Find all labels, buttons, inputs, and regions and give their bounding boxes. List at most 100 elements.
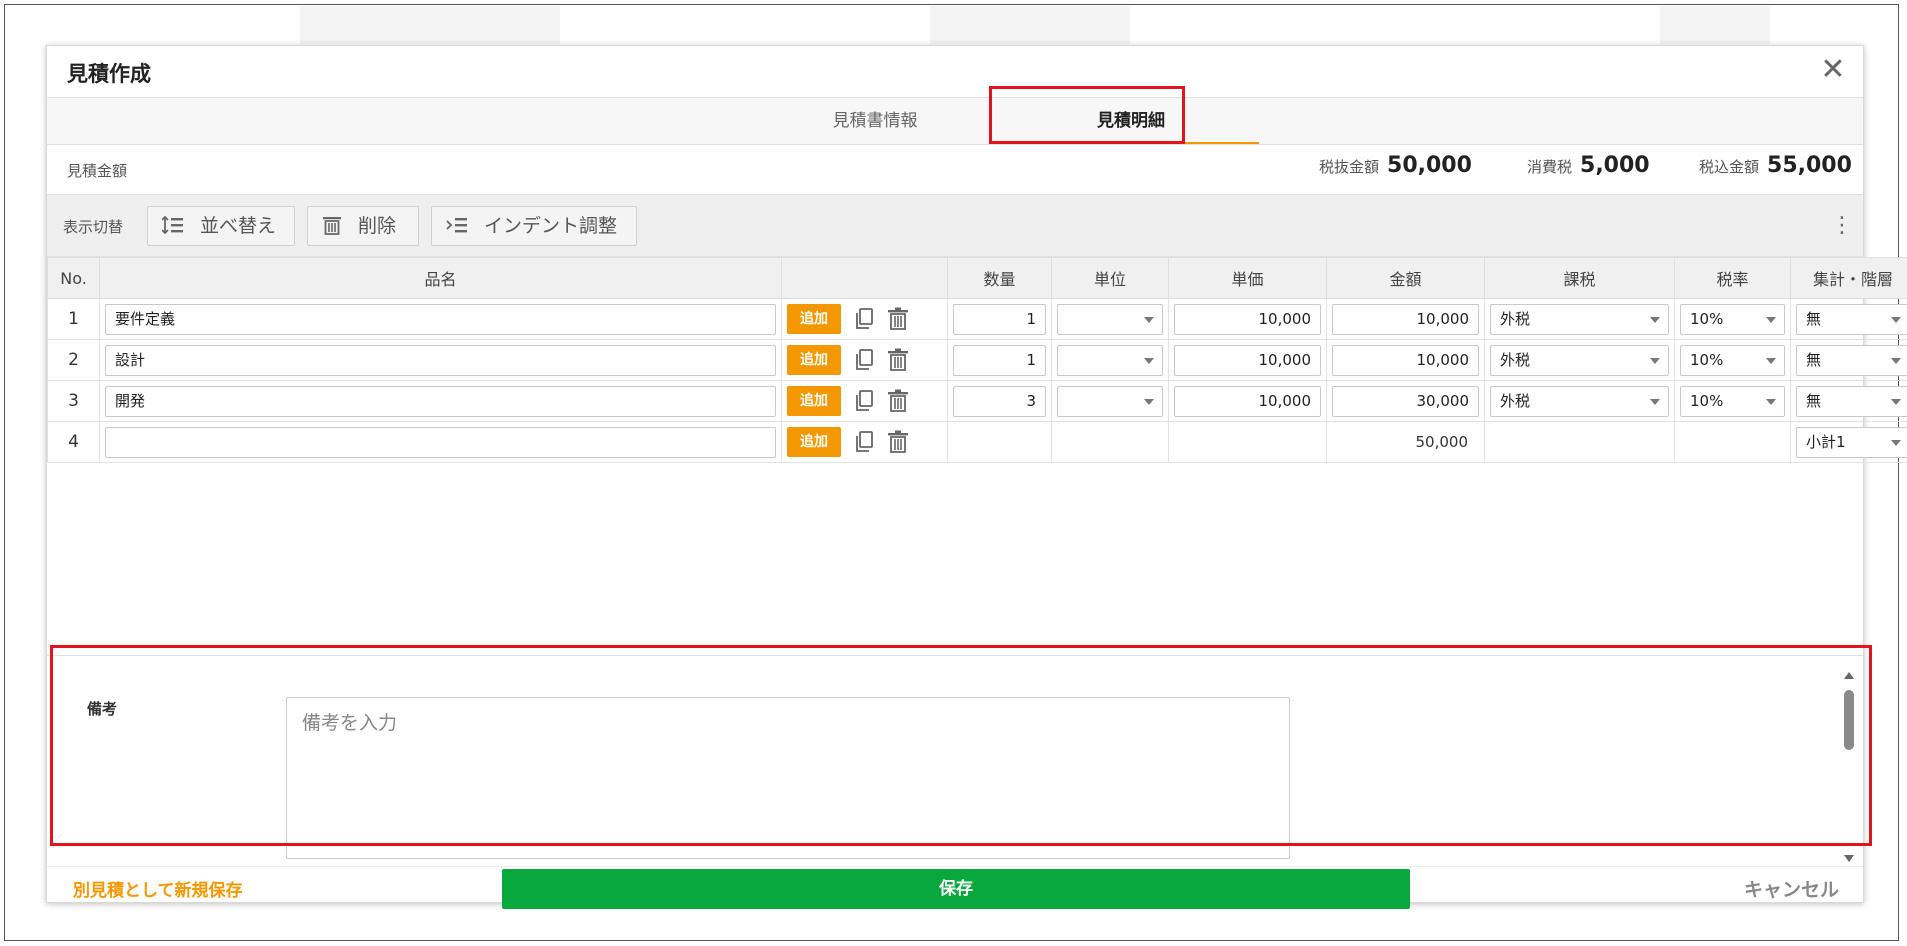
copy-icon[interactable] [853,430,875,454]
scroll-up-arrow-icon[interactable] [1844,672,1854,679]
backdrop-ghost [1660,6,1770,44]
table-row: 3 開発 追加 3 10,000 30,000 外税 10% 無 [47,380,1907,422]
notes-section: 備考 備考を入力 [47,655,1863,866]
add-row-button[interactable]: 追加 [787,427,841,457]
save-button[interactable]: 保存 [502,869,1410,909]
trash-icon[interactable] [887,389,909,413]
sort-icon [161,215,190,237]
modal-footer: 別見積として新規保存 保存 キャンセル [47,866,1863,909]
trash-icon[interactable] [887,307,909,331]
toolbar: 表示切替 並べ替え 削除 インデント調整 ⋮ [47,195,1863,257]
tax-rate-select[interactable]: 10% [1680,344,1785,376]
quantity-input[interactable]: 1 [953,303,1046,335]
col-unit-price: 単価 [1168,257,1327,299]
indent-label: インデント調整 [484,215,618,237]
amount-input[interactable]: 10,000 [1332,344,1479,376]
chevron-down-icon [1766,316,1776,323]
modal-title: 見積作成 [67,62,151,86]
aggregate-select[interactable]: 無 [1796,344,1907,376]
item-name-input[interactable]: 開発 [105,385,776,417]
tax-type-select-value: 外税 [1500,391,1531,410]
pre-tax-value: 50,000 [1387,153,1472,178]
table-row: 2 設計 追加 1 10,000 10,000 外税 10% 無 [47,339,1907,381]
aggregate-select[interactable]: 無 [1796,385,1907,417]
close-icon[interactable]: ✕ [1817,54,1849,86]
chevron-down-icon [1766,398,1776,405]
aggregate-select[interactable]: 無 [1796,303,1907,335]
estimate-line-items-table: No. 品名 数量 単位 単価 金額 課税 税率 集計・階層 1 要件定義 追加… [47,257,1907,463]
amount-input[interactable]: 30,000 [1332,385,1479,417]
copy-icon[interactable] [853,389,875,413]
tax-rate-select-value: 10% [1690,309,1724,328]
add-row-button[interactable]: 追加 [787,304,841,334]
chevron-down-icon [1766,357,1776,364]
item-name-input[interactable]: 要件定義 [105,303,776,335]
summary-label: 見積金額 [67,162,128,180]
table-row: 1 要件定義 追加 1 10,000 10,000 外税 10% 無 [47,298,1907,340]
col-item-name: 品名 [99,257,782,299]
col-amount: 金額 [1326,257,1485,299]
aggregate-select-value: 小計1 [1806,432,1846,451]
amount-input[interactable]: 10,000 [1332,303,1479,335]
col-aggregate: 集計・階層 [1790,257,1907,299]
unit-price-input[interactable]: 10,000 [1174,385,1321,417]
total-value: 55,000 [1767,153,1852,178]
delete-button[interactable]: 削除 [307,206,419,246]
aggregate-select-value: 無 [1806,309,1822,328]
chevron-down-icon [1144,398,1154,405]
quantity-input[interactable]: 3 [953,385,1046,417]
unit-price-input[interactable]: 10,000 [1174,303,1321,335]
notes-textarea[interactable]: 備考を入力 [286,697,1290,859]
tax-type-select[interactable]: 外税 [1490,344,1669,376]
unit-select[interactable] [1057,303,1163,335]
pre-tax-label: 税抜金額 [1319,158,1380,176]
tax-type-select[interactable]: 外税 [1490,385,1669,417]
sort-button[interactable]: 並べ替え [147,206,295,246]
chevron-down-icon [1891,316,1901,323]
delete-label: 削除 [358,215,397,237]
add-row-button[interactable]: 追加 [787,345,841,375]
trash-icon[interactable] [887,348,909,372]
save-as-new-estimate-link[interactable]: 別見積として新規保存 [73,876,243,901]
modal-header: 見積作成 ✕ [47,46,1863,98]
cancel-button[interactable]: キャンセル [1744,875,1839,902]
col-no: No. [47,257,100,299]
tax-rate-select[interactable]: 10% [1680,303,1785,335]
display-toggle-label: 表示切替 [63,218,124,236]
copy-icon[interactable] [853,307,875,331]
chevron-down-icon [1650,357,1660,364]
notes-scrollbar[interactable] [1843,672,1855,862]
trash-icon[interactable] [887,430,909,454]
chevron-down-icon [1144,357,1154,364]
tax-rate-select[interactable]: 10% [1680,385,1785,417]
tab-bar: 見積書情報 見積明細 [47,98,1863,145]
backdrop-ghost [930,6,1130,44]
unit-select[interactable] [1057,344,1163,376]
row-number: 2 [47,339,100,381]
scroll-thumb[interactable] [1844,690,1854,750]
tab-estimate-details[interactable]: 見積明細 [1003,98,1259,144]
indent-adjust-button[interactable]: インデント調整 [431,206,637,246]
total-label: 税込金額 [1699,158,1760,176]
pre-tax-amount: 税抜金額 50,000 [1319,153,1472,178]
tax-rate-select-value: 10% [1690,350,1724,369]
chevron-down-icon [1891,398,1901,405]
item-name-input[interactable] [105,426,776,458]
sort-label: 並べ替え [200,215,277,237]
item-name-input[interactable]: 設計 [105,344,776,376]
unit-select[interactable] [1057,385,1163,417]
add-row-button[interactable]: 追加 [787,386,841,416]
unit-price-input[interactable]: 10,000 [1174,344,1321,376]
tab-estimate-info[interactable]: 見積書情報 [747,98,1003,144]
tax-type-select[interactable]: 外税 [1490,303,1669,335]
col-tax-type: 課税 [1484,257,1675,299]
quantity-input[interactable]: 1 [953,344,1046,376]
copy-icon[interactable] [853,348,875,372]
col-quantity: 数量 [947,257,1052,299]
row-number: 4 [47,421,100,463]
empty-cell [1051,421,1169,463]
chevron-down-icon [1650,398,1660,405]
aggregate-select[interactable]: 小計1 [1796,426,1907,458]
scroll-down-arrow-icon[interactable] [1844,855,1854,862]
more-options-icon[interactable]: ⋮ [1831,212,1853,240]
